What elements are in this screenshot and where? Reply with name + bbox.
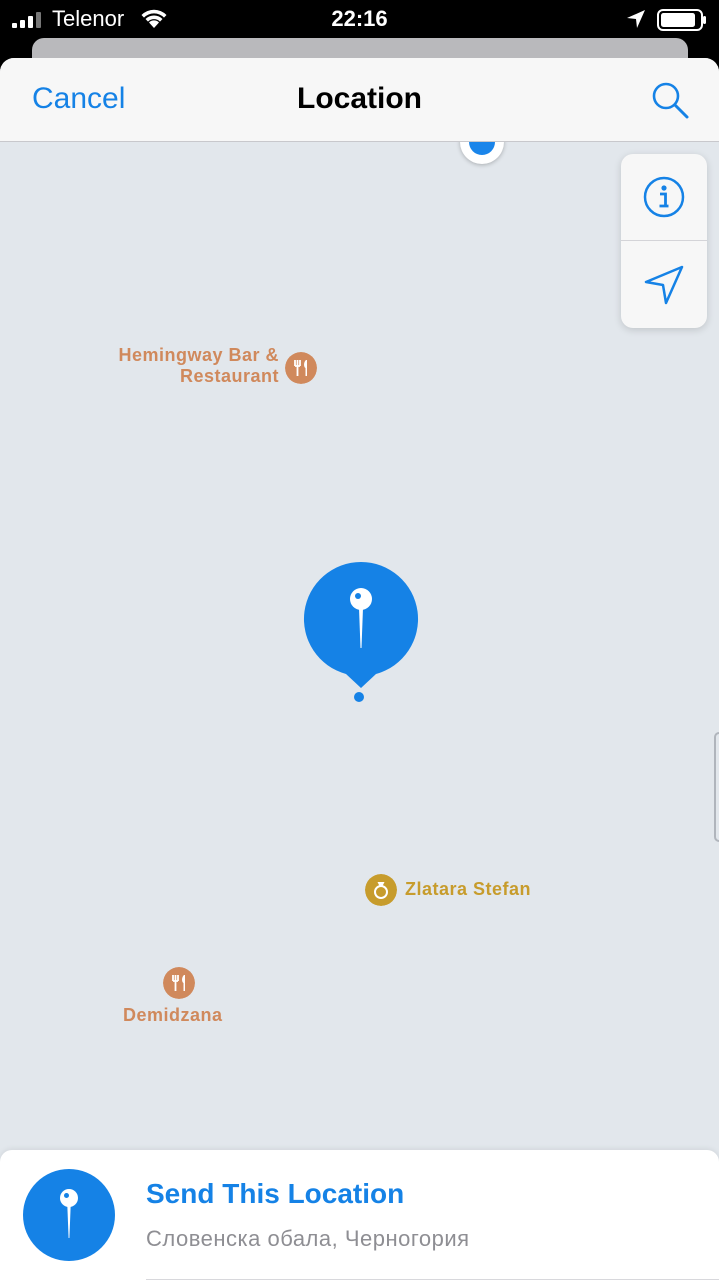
fork-knife-icon[interactable] <box>163 967 195 999</box>
cancel-button[interactable]: Cancel <box>32 82 125 116</box>
poi-label-demidzana[interactable]: Demidzana <box>123 1005 223 1026</box>
poi-label-line: Hemingway Bar & <box>118 345 279 365</box>
poi-label-line: Restaurant <box>179 366 279 386</box>
info-icon <box>643 176 685 218</box>
send-location-row[interactable]: Send This Location Словенска обала, Черн… <box>0 1150 719 1280</box>
search-icon[interactable] <box>650 80 690 120</box>
status-time: 22:16 <box>331 6 388 31</box>
location-address: Словенска обала, Черногория <box>146 1226 470 1251</box>
battery-icon <box>657 9 706 31</box>
map-pin-icon <box>23 1169 115 1261</box>
location-arrow-icon <box>627 10 645 28</box>
screen: Telenor 22:16 Hemingway Bar & Restaurant… <box>0 0 719 1280</box>
poi-label-hemingway[interactable]: Hemingway Bar & Restaurant <box>103 345 279 387</box>
ring-icon[interactable] <box>365 874 397 906</box>
map-view[interactable]: Hemingway Bar & Restaurant Zlatara Stefa… <box>0 120 719 1280</box>
edge-handle[interactable] <box>714 732 719 842</box>
location-sheet: Hemingway Bar & Restaurant Zlatara Stefa… <box>0 58 719 1280</box>
map-controls <box>621 154 707 328</box>
locate-me-button[interactable] <box>621 241 707 328</box>
navbar: Cancel Location <box>0 58 719 142</box>
status-bar: Telenor 22:16 <box>0 0 719 38</box>
locate-arrow-icon <box>644 265 684 304</box>
map-info-button[interactable] <box>621 154 707 241</box>
poi-label-zlatara[interactable]: Zlatara Stefan <box>405 879 531 900</box>
pin-anchor-dot <box>354 692 364 702</box>
send-location-title: Send This Location <box>146 1178 405 1209</box>
fork-knife-icon[interactable] <box>285 352 317 384</box>
map-pin-icon[interactable] <box>302 560 420 690</box>
